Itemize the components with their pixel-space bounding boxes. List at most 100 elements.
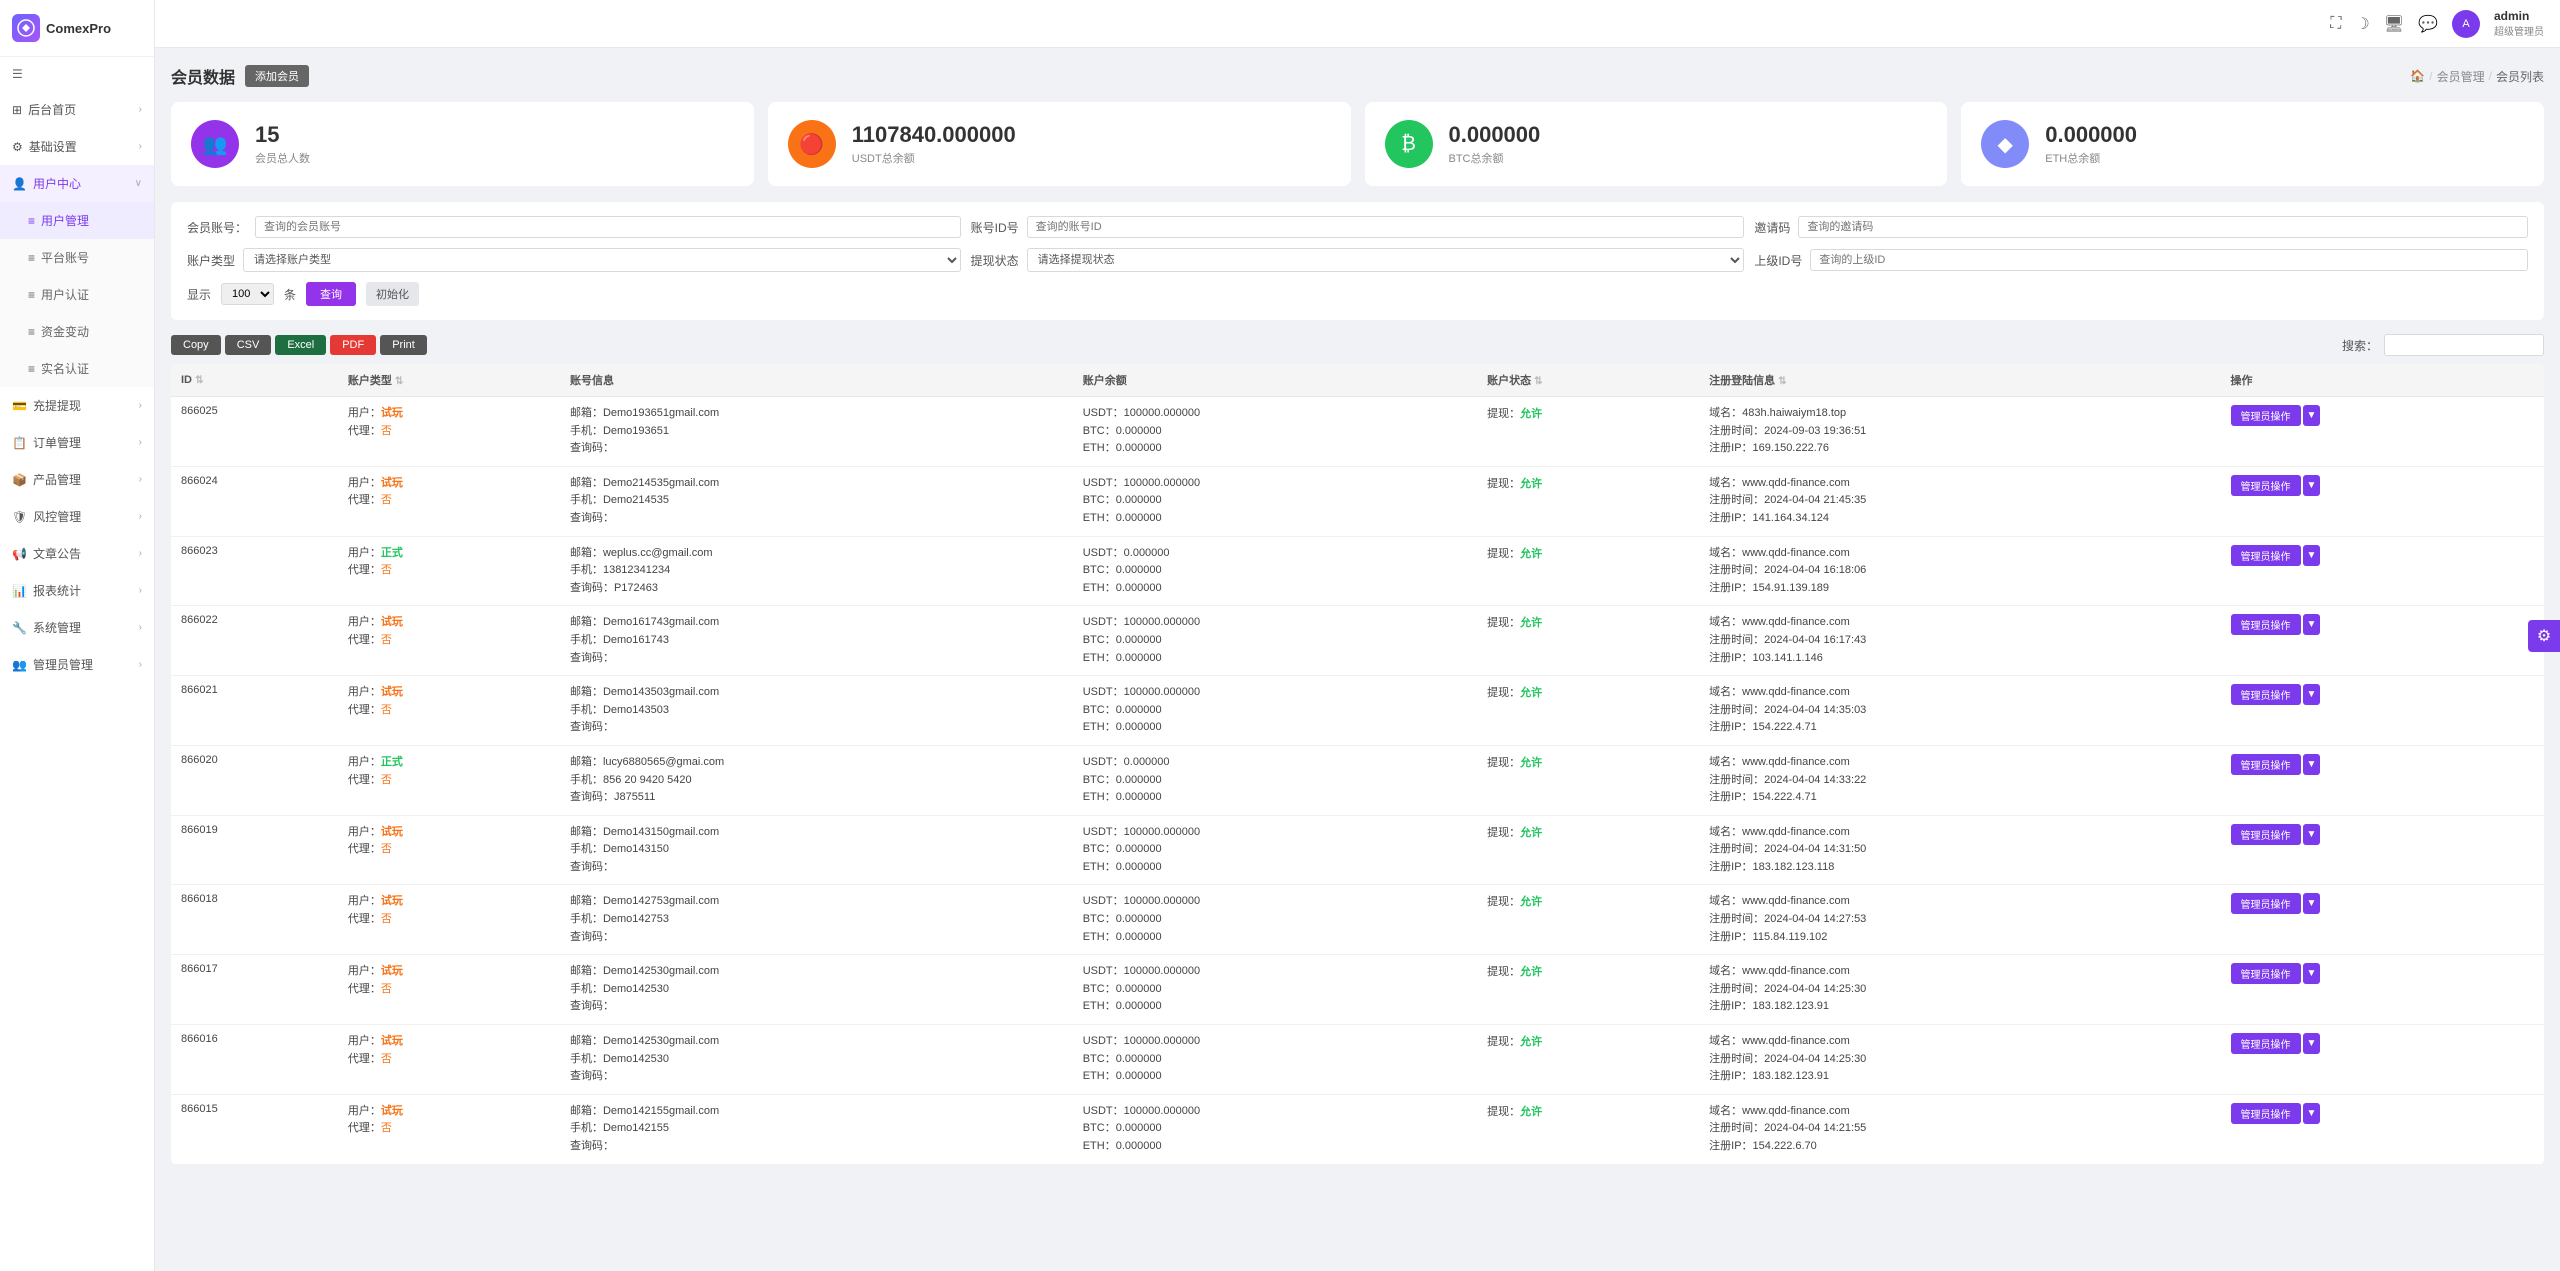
btc-icon: ₿ [1385, 120, 1433, 168]
admin-action-button[interactable]: 管理员操作 [2231, 963, 2301, 984]
admin-action-dropdown[interactable]: ▼ [2303, 475, 2321, 496]
members-value: 15 [255, 122, 310, 148]
query-button[interactable]: 查询 [306, 282, 356, 306]
filter-member-account: 会员账号： [187, 216, 961, 238]
admin-action-button[interactable]: 管理员操作 [2231, 614, 2301, 635]
sidebar-item-label: 基础设置 [29, 138, 77, 155]
cell-action: 管理员操作 ▼ [2221, 606, 2545, 676]
print-button[interactable]: Print [380, 335, 427, 355]
admin-action-button[interactable]: 管理员操作 [2231, 824, 2301, 845]
sort-icon[interactable]: ⇅ [195, 375, 203, 386]
admin-action-button[interactable]: 管理员操作 [2231, 1103, 2301, 1124]
breadcrumb-member-manage[interactable]: 会员管理 [2437, 68, 2485, 85]
cell-status: 提现：允许 [1477, 955, 1699, 1025]
breadcrumb: 🏠 / 会员管理 / 会员列表 [2410, 68, 2544, 85]
members-label: 会员总人数 [255, 150, 310, 166]
admin-action-button[interactable]: 管理员操作 [2231, 405, 2301, 426]
float-settings-button[interactable]: ⚙ [2528, 620, 2560, 652]
admin-action-dropdown[interactable]: ▼ [2303, 684, 2321, 705]
sidebar-item-dashboard[interactable]: ⊞ 后台首页 › [0, 91, 154, 128]
member-account-input[interactable] [255, 216, 961, 238]
cell-account-type: 用户：试玩 代理：否 [338, 1094, 560, 1164]
monitor-icon[interactable]: 🖥 [2384, 14, 2404, 34]
withdraw-status-select[interactable]: 请选择提现状态 [1027, 248, 1745, 272]
admin-action-dropdown[interactable]: ▼ [2303, 1033, 2321, 1054]
cell-reg-login: 域名：www.qdd-finance.com 注册时间：2024-04-04 1… [1699, 536, 2220, 606]
csv-button[interactable]: CSV [225, 335, 272, 355]
cell-status: 提现：允许 [1477, 885, 1699, 955]
cell-status: 提现：允许 [1477, 466, 1699, 536]
stat-info-members: 15 会员总人数 [255, 122, 310, 166]
sidebar-item-user-center[interactable]: 👤 用户中心 ∨ [0, 165, 154, 202]
admin-action-dropdown[interactable]: ▼ [2303, 893, 2321, 914]
admin-action-button[interactable]: 管理员操作 [2231, 684, 2301, 705]
sidebar-item-basic-settings[interactable]: ⚙ 基础设置 › [0, 128, 154, 165]
admin-action-dropdown[interactable]: ▼ [2303, 824, 2321, 845]
sidebar-item-system-manage[interactable]: 🔧 系统管理 › [0, 609, 154, 646]
admin-action-button[interactable]: 管理员操作 [2231, 1033, 2301, 1054]
sort-icon[interactable]: ⇅ [1534, 376, 1542, 387]
sidebar-item-label: 用户中心 [33, 175, 81, 192]
message-icon[interactable]: 💬 [2418, 14, 2438, 34]
theme-icon[interactable]: ☽ [2355, 14, 2369, 34]
user-role: 超级管理员 [2494, 23, 2544, 38]
sidebar-item-risk-control[interactable]: 🛡 风控管理 › [0, 498, 154, 535]
superior-id-input[interactable] [1810, 249, 2528, 271]
cell-reg-login: 域名：www.qdd-finance.com 注册时间：2024-04-04 1… [1699, 676, 2220, 746]
filter-withdraw-status: 提现状态 请选择提现状态 [971, 248, 1745, 272]
admin-action-dropdown[interactable]: ▼ [2303, 754, 2321, 775]
table-row: 866021 用户：试玩 代理：否 邮箱：Demo143503gmail.com… [171, 676, 2544, 746]
sidebar-item-recharge[interactable]: 💳 充提提现 › [0, 387, 154, 424]
admin-action-button[interactable]: 管理员操作 [2231, 545, 2301, 566]
cell-reg-login: 域名：www.qdd-finance.com 注册时间：2024-04-04 1… [1699, 745, 2220, 815]
sidebar-item-user-auth[interactable]: ≡ 用户认证 [0, 276, 154, 313]
cell-status: 提现：允许 [1477, 1094, 1699, 1164]
sort-icon[interactable]: ⇅ [395, 376, 403, 387]
sidebar-item-order-manage[interactable]: 📋 订单管理 › [0, 424, 154, 461]
account-type-select[interactable]: 请选择账户类型 [243, 248, 961, 272]
menu-toggle[interactable]: ☰ [0, 57, 154, 91]
sidebar-item-real-name[interactable]: ≡ 实名认证 [0, 350, 154, 387]
sidebar-item-platform-account[interactable]: ≡ 平台账号 [0, 239, 154, 276]
table-row: 866016 用户：试玩 代理：否 邮箱：Demo142530gmail.com… [171, 1025, 2544, 1095]
sort-icon[interactable]: ⇅ [1778, 376, 1786, 387]
show-count-select[interactable]: 100 50 25 [221, 283, 274, 305]
reset-button[interactable]: 初始化 [366, 282, 419, 306]
cell-balance: USDT：100000.000000 BTC：0.000000 ETH：0.00… [1073, 955, 1477, 1025]
cell-action: 管理员操作 ▼ [2221, 1025, 2545, 1095]
stat-card-usdt: 🔴 1107840.000000 USDT总余额 [768, 102, 1351, 186]
col-id: ID ⇅ [171, 364, 338, 397]
add-member-button[interactable]: 添加会员 [245, 65, 309, 87]
filter-superior-id: 上级ID号 [1754, 248, 2528, 272]
admin-action-dropdown[interactable]: ▼ [2303, 405, 2321, 426]
copy-button[interactable]: Copy [171, 335, 221, 355]
account-id-input[interactable] [1027, 216, 1745, 238]
content-area: 会员数据 添加会员 🏠 / 会员管理 / 会员列表 👥 15 会员总人数 � [155, 48, 2560, 1271]
sidebar-item-report-stats[interactable]: 📊 报表统计 › [0, 572, 154, 609]
sidebar-item-announcement[interactable]: 📢 文章公告 › [0, 535, 154, 572]
admin-action-dropdown[interactable]: ▼ [2303, 545, 2321, 566]
cell-id: 866023 [171, 536, 338, 606]
cell-action: 管理员操作 ▼ [2221, 955, 2545, 1025]
fullscreen-icon[interactable]: ⛶ [2330, 15, 2341, 33]
cell-id: 866025 [171, 397, 338, 467]
sidebar-item-fund-movement[interactable]: ≡ 资金变动 [0, 313, 154, 350]
admin-action-dropdown[interactable]: ▼ [2303, 1103, 2321, 1124]
excel-button[interactable]: Excel [275, 335, 326, 355]
admin-action-dropdown[interactable]: ▼ [2303, 963, 2321, 984]
cell-action: 管理员操作 ▼ [2221, 1094, 2545, 1164]
breadcrumb-home-icon[interactable]: 🏠 [2410, 69, 2425, 83]
sidebar-item-product-manage[interactable]: 📦 产品管理 › [0, 461, 154, 498]
invite-code-input[interactable] [1798, 216, 2528, 238]
admin-action-button[interactable]: 管理员操作 [2231, 475, 2301, 496]
search-label: 搜索： [2342, 337, 2378, 354]
table-search-input[interactable] [2384, 334, 2544, 356]
admin-action-dropdown[interactable]: ▼ [2303, 614, 2321, 635]
admin-action-button[interactable]: 管理员操作 [2231, 893, 2301, 914]
stat-info-btc: 0.000000 BTC总余额 [1449, 122, 1541, 166]
sidebar-item-user-management[interactable]: ≡ 用户管理 [0, 202, 154, 239]
cell-id: 866024 [171, 466, 338, 536]
sidebar-item-admin-manage[interactable]: 👥 管理员管理 › [0, 646, 154, 683]
admin-action-button[interactable]: 管理员操作 [2231, 754, 2301, 775]
pdf-button[interactable]: PDF [330, 335, 376, 355]
